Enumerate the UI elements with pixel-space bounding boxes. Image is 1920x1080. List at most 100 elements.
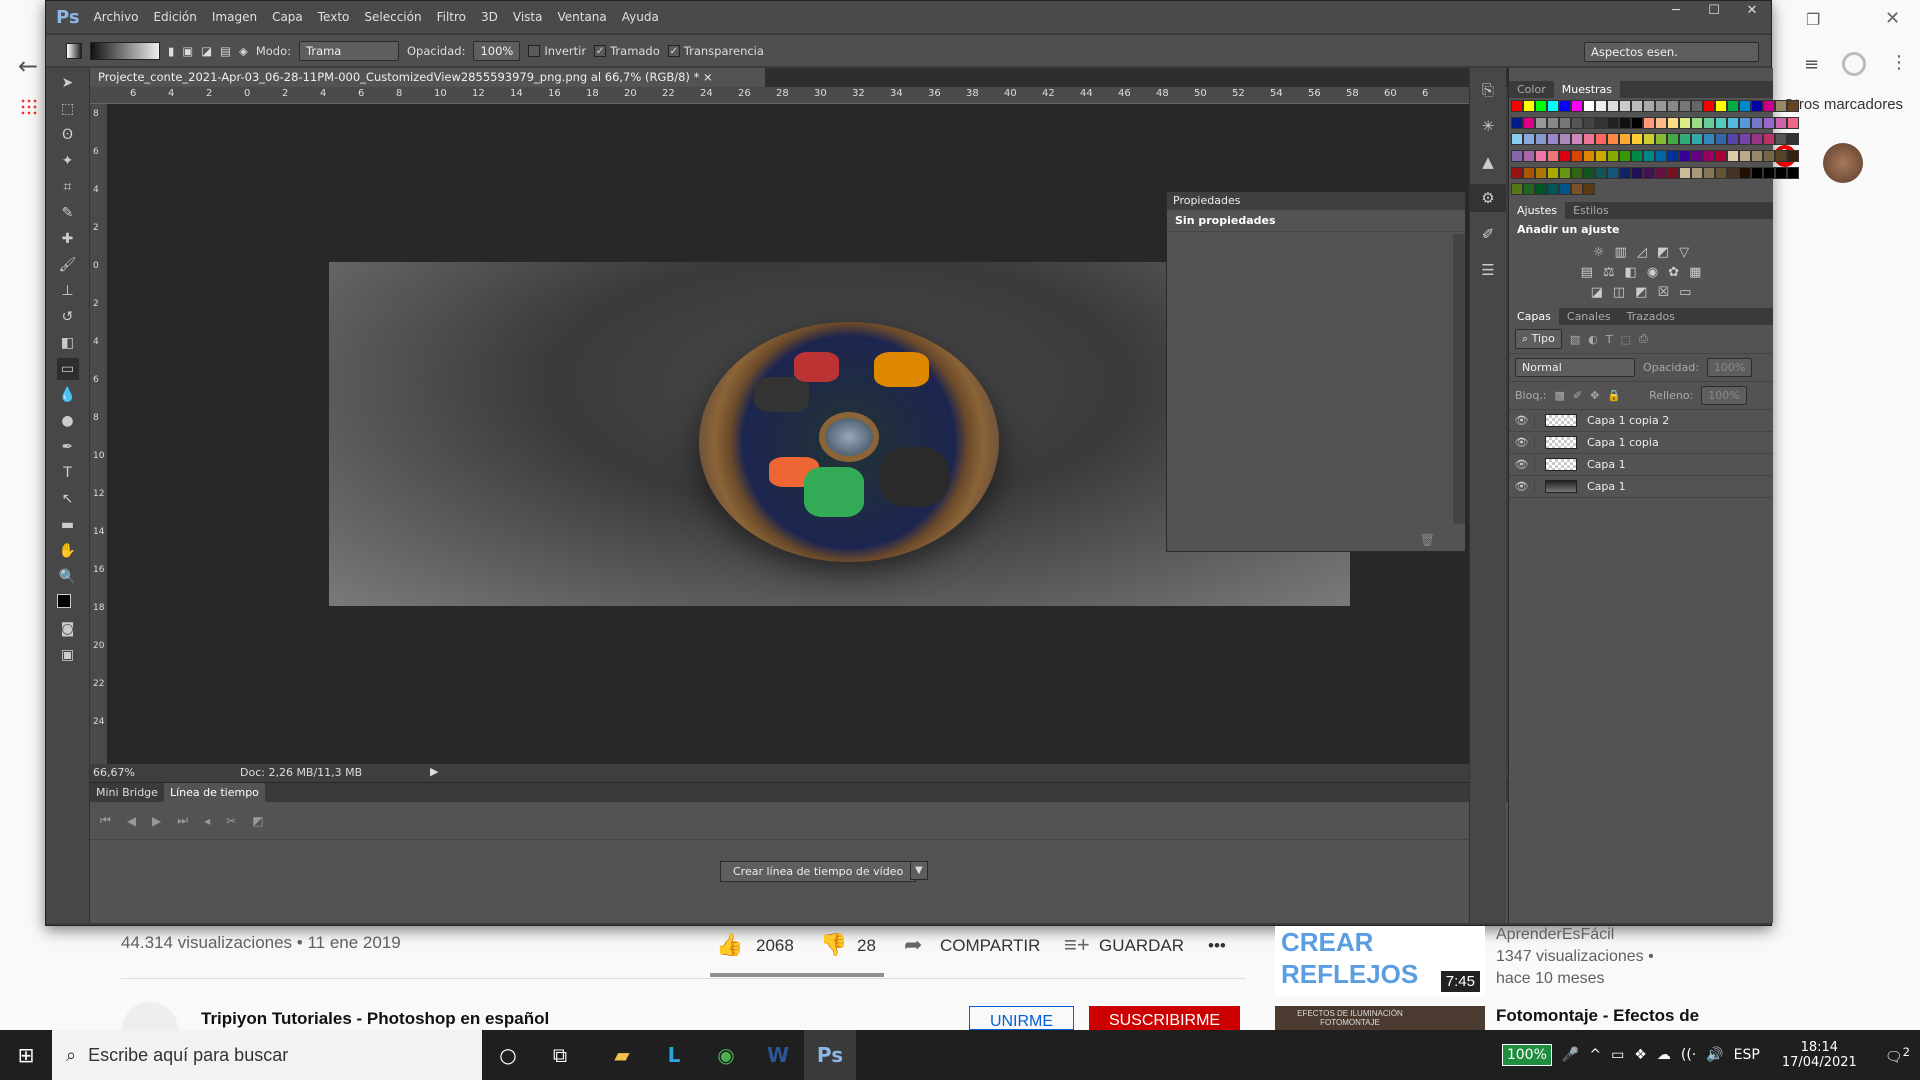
color-swatch[interactable] <box>1703 166 1715 179</box>
lock-position-icon[interactable]: ✥ <box>1590 389 1599 402</box>
color-swatch[interactable] <box>1559 100 1571 112</box>
color-swatch[interactable] <box>1547 149 1559 162</box>
shape-tool-icon[interactable]: ▬ <box>57 514 79 536</box>
color-swatch[interactable] <box>1535 149 1547 162</box>
color-swatch[interactable] <box>1619 133 1631 146</box>
color-swatch[interactable] <box>1763 116 1775 129</box>
properties-title[interactable]: Propiedades <box>1167 192 1465 210</box>
magic-wand-icon[interactable]: ✦ <box>57 150 79 172</box>
hand-tool-icon[interactable]: ✋ <box>57 540 79 562</box>
color-swatch[interactable] <box>1619 100 1631 112</box>
visibility-eye-icon[interactable]: 👁 <box>1509 480 1535 493</box>
menu-texto[interactable]: Texto <box>318 10 350 24</box>
properties-scrollbar[interactable] <box>1453 234 1465 524</box>
quick-mask-icon[interactable]: ◙ <box>57 618 79 640</box>
menu-edicion[interactable]: Edición <box>153 10 196 24</box>
related-thumbnail-2[interactable]: EFECTOS DE ILUMINACIÓN FOTOMONTAJE <box>1275 1006 1485 1030</box>
opacity-input[interactable]: 100% <box>473 40 521 61</box>
color-swatch[interactable] <box>1547 133 1559 146</box>
tab-styles[interactable]: Estilos <box>1565 202 1617 219</box>
color-swatch[interactable] <box>1727 116 1739 129</box>
color-swatch[interactable] <box>1631 100 1643 112</box>
color-swatch[interactable] <box>1607 149 1619 162</box>
workspace-select[interactable]: Aspectos esen. <box>1584 42 1759 62</box>
color-swatch[interactable] <box>1595 116 1607 129</box>
color-swatch[interactable] <box>1751 133 1763 146</box>
color-swatch[interactable] <box>1691 166 1703 179</box>
color-swatch[interactable] <box>1739 166 1751 179</box>
color-swatch[interactable] <box>1583 149 1595 162</box>
color-swatch[interactable] <box>1703 100 1715 112</box>
color-swatch[interactable] <box>1751 166 1763 179</box>
radial-gradient-icon[interactable]: ▣ <box>182 44 193 58</box>
related-channel[interactable]: AprenderEsFácil <box>1496 926 1614 944</box>
color-balance-icon[interactable]: ⚖ <box>1603 265 1615 280</box>
layer-row[interactable]: 👁 Capa 1 copia 2 <box>1509 410 1773 432</box>
color-swatch[interactable] <box>1607 100 1619 112</box>
color-swatch[interactable] <box>1703 116 1715 129</box>
color-swatch[interactable] <box>1535 166 1547 179</box>
color-swatch[interactable] <box>1619 149 1631 162</box>
color-swatch[interactable] <box>1643 100 1655 112</box>
tab-layers[interactable]: Capas <box>1509 308 1559 325</box>
scissors-icon[interactable]: ✂ <box>226 814 236 828</box>
invert-icon[interactable]: ◪ <box>1591 285 1603 300</box>
color-swatch-icon[interactable] <box>56 592 79 615</box>
marquee-tool-icon[interactable]: ⬚ <box>57 98 79 120</box>
profile-icon[interactable] <box>1842 52 1866 76</box>
tab-paths[interactable]: Trazados <box>1619 308 1683 325</box>
color-swatch[interactable] <box>1583 133 1595 146</box>
color-swatch[interactable] <box>1787 133 1799 146</box>
color-swatch[interactable] <box>1547 100 1559 112</box>
photoshop-taskbar-icon[interactable]: Ps <box>804 1030 856 1080</box>
menu-seleccion[interactable]: Selección <box>364 10 421 24</box>
action-center-icon[interactable]: 🗨2 <box>1885 1045 1910 1066</box>
volume-icon[interactable]: 🔊 <box>1706 1047 1723 1063</box>
prev-frame-icon[interactable]: ◀ <box>127 814 136 828</box>
color-swatch[interactable] <box>1643 133 1655 146</box>
gradient-tool-icon[interactable]: ▭ <box>56 358 79 380</box>
color-swatch[interactable] <box>1739 116 1751 129</box>
color-swatch[interactable] <box>1535 133 1547 146</box>
color-swatch[interactable] <box>1631 133 1643 146</box>
color-swatch[interactable] <box>1523 116 1535 129</box>
color-swatch[interactable] <box>1547 183 1559 196</box>
app-l-icon[interactable]: L <box>648 1030 700 1080</box>
color-swatch[interactable] <box>1559 133 1571 146</box>
menu-archivo[interactable]: Archivo <box>94 10 139 24</box>
color-swatch[interactable] <box>1787 149 1799 162</box>
screen-mode-icon[interactable]: ▣ <box>57 644 79 666</box>
vibrance-icon[interactable]: ▽ <box>1679 245 1689 260</box>
healing-brush-icon[interactable]: ✚ <box>57 228 79 250</box>
other-bookmarks[interactable]: Otros marcadores <box>1783 96 1903 113</box>
start-windows-icon[interactable]: ⊞ <box>0 1030 52 1080</box>
color-swatch[interactable] <box>1667 133 1679 146</box>
color-swatch[interactable] <box>1523 149 1535 162</box>
wifi-icon[interactable]: ((· <box>1681 1047 1696 1063</box>
move-tool-icon[interactable]: ➤ <box>57 72 79 94</box>
history-icon[interactable]: ⎘ <box>1470 76 1506 104</box>
color-swatch[interactable] <box>1739 149 1751 162</box>
menu-ventana[interactable]: Ventana <box>557 10 606 24</box>
brightness-icon[interactable]: ☼ <box>1593 245 1605 260</box>
related-thumbnail-1[interactable]: CREAR REFLEJOS 7:45 <box>1275 926 1485 996</box>
cortana-icon[interactable]: ○ <box>482 1030 534 1080</box>
zoom-tool-icon[interactable]: 🔍 <box>57 566 79 588</box>
color-swatch[interactable] <box>1679 133 1691 146</box>
color-swatch[interactable] <box>1715 100 1727 112</box>
filter-smart-icon[interactable]: ⎙ <box>1639 332 1648 346</box>
filter-shape-icon[interactable]: ⬚ <box>1621 333 1631 346</box>
lasso-tool-icon[interactable]: ʘ <box>57 124 79 146</box>
channel-avatar[interactable] <box>122 1002 178 1030</box>
color-swatch[interactable] <box>1679 149 1691 162</box>
status-menu-arrow-icon[interactable]: ▶ <box>430 765 438 778</box>
black-white-icon[interactable]: ◧ <box>1625 265 1637 280</box>
history-brush-icon[interactable]: ↺ <box>57 306 79 328</box>
save-icon[interactable]: ≡+ <box>1064 932 1090 958</box>
chrome-icon[interactable]: ◉ <box>700 1030 752 1080</box>
color-swatch[interactable] <box>1655 149 1667 162</box>
layer-row[interactable]: 👁 Capa 1 <box>1509 454 1773 476</box>
color-swatch[interactable] <box>1607 133 1619 146</box>
color-swatch[interactable] <box>1547 166 1559 179</box>
brush-tool-icon[interactable]: 🖌 <box>57 254 79 276</box>
